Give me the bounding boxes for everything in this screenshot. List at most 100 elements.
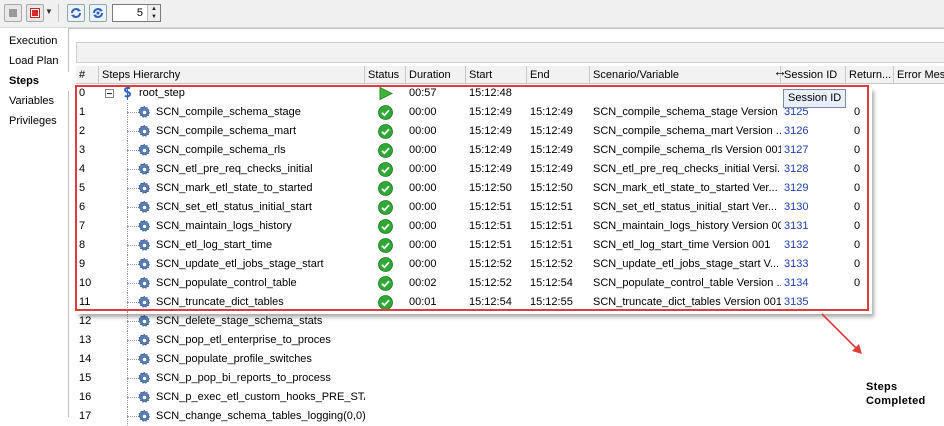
duration-cell bbox=[406, 312, 466, 331]
error-message-cell bbox=[894, 255, 944, 274]
step-name: SCN_etl_log_start_time bbox=[156, 239, 273, 251]
step-name-cell: SCN_populate_profile_switches bbox=[99, 350, 365, 369]
status-cell bbox=[365, 141, 406, 160]
stop-red-button[interactable] bbox=[26, 4, 44, 22]
table-row[interactable]: 14 SCN_populate_profile_switches bbox=[76, 350, 944, 369]
step-name-cell: SCN_update_etl_jobs_stage_start bbox=[99, 255, 365, 274]
status-cell bbox=[365, 84, 406, 103]
column-header-session-id[interactable]: Session ID bbox=[781, 66, 846, 84]
row-number: 1 bbox=[79, 106, 86, 118]
spinner-arrows[interactable]: ▲ ▼ bbox=[147, 5, 160, 21]
spinner-up-icon[interactable]: ▲ bbox=[148, 5, 160, 13]
duration-cell: 00:00 bbox=[409, 106, 437, 118]
chevron-down-icon[interactable]: ▼ bbox=[45, 7, 53, 16]
step-name: SCN_etl_pre_req_checks_initial bbox=[156, 163, 313, 175]
end-cell: 15:12:51 bbox=[530, 239, 573, 251]
session-id-cell[interactable] bbox=[781, 388, 846, 407]
table-row[interactable]: 3 SCN_compile_schema_rls 00:00 15:12:49 15:1… bbox=[76, 141, 944, 160]
start-cell: 15:12:48 bbox=[469, 87, 512, 99]
scenario-gear-icon bbox=[137, 181, 152, 196]
column-header-duration[interactable]: Duration bbox=[406, 66, 466, 84]
tree-line bbox=[127, 378, 137, 379]
table-row[interactable]: 7 SCN_maintain_logs_history 00:00 15:12:51 1… bbox=[76, 217, 944, 236]
start-cell: 15:12:52 bbox=[469, 277, 512, 289]
column-header-scenario[interactable]: Scenario/Variable bbox=[590, 66, 781, 84]
session-id-cell[interactable]: 3132 bbox=[781, 236, 846, 255]
column-header-end[interactable]: End bbox=[527, 66, 590, 84]
table-row[interactable]: 16 SCN_p_exec_etl_custom_hooks_PRE_STAG bbox=[76, 388, 944, 407]
return-code-cell: 0 bbox=[854, 106, 861, 118]
step-name-cell: SCN_populate_control_table bbox=[99, 274, 365, 293]
scenario-cell bbox=[590, 369, 781, 388]
tree-line bbox=[127, 321, 137, 322]
start-cell: 15:12:51 bbox=[469, 239, 512, 251]
duration-cell: 00:00 bbox=[409, 125, 437, 137]
table-row[interactable]: 15 SCN_p_pop_bi_reports_to_process bbox=[76, 369, 944, 388]
error-message-cell bbox=[894, 331, 944, 350]
table-row[interactable]: 9 SCN_update_etl_jobs_stage_start 00:00 15:… bbox=[76, 255, 944, 274]
step-name: SCN_compile_schema_rls bbox=[156, 144, 286, 156]
session-id-cell[interactable]: 3130 bbox=[781, 198, 846, 217]
table-row[interactable]: 2 SCN_compile_schema_mart 00:00 15:12:49 15:… bbox=[76, 122, 944, 141]
nav-item-variables[interactable]: Variables bbox=[0, 92, 68, 111]
collapse-toggle-icon[interactable] bbox=[105, 89, 114, 98]
step-name: SCN_pop_etl_enterprise_to_proces bbox=[156, 334, 331, 346]
status-cell bbox=[365, 331, 406, 350]
column-header-number[interactable]: # bbox=[76, 66, 99, 84]
success-check-icon bbox=[378, 105, 393, 120]
success-check-icon bbox=[378, 219, 393, 234]
status-cell bbox=[365, 293, 406, 312]
table-row[interactable]: 13 SCN_pop_etl_enterprise_to_proces bbox=[76, 331, 944, 350]
table-row[interactable]: 6 SCN_set_etl_status_initial_start 00:00 15… bbox=[76, 198, 944, 217]
scenario-gear-icon bbox=[137, 314, 152, 329]
table-row[interactable]: 8 SCN_etl_log_start_time 00:00 15:12:51 15:1… bbox=[76, 236, 944, 255]
table-row[interactable]: 12 SCN_delete_stage_schema_stats bbox=[76, 312, 944, 331]
session-id-cell[interactable]: 3131 bbox=[781, 217, 846, 236]
row-number: 4 bbox=[79, 163, 86, 175]
end-cell: 15:12:49 bbox=[530, 144, 573, 156]
scenario-gear-icon bbox=[137, 276, 152, 291]
table-row[interactable]: 11 SCN_truncate_dict_tables 00:01 15:12:54 1… bbox=[76, 293, 944, 312]
session-id-cell[interactable]: 3129 bbox=[781, 179, 846, 198]
stop-gray-button[interactable] bbox=[4, 4, 22, 22]
tree-line bbox=[127, 150, 137, 151]
column-header-error[interactable]: Error Mes bbox=[894, 66, 944, 84]
refresh-button[interactable] bbox=[67, 4, 85, 22]
session-id-cell[interactable]: 3128 bbox=[781, 160, 846, 179]
nav-item-steps[interactable]: Steps bbox=[0, 72, 68, 91]
session-id-cell[interactable]: 3134 bbox=[781, 274, 846, 293]
auto-refresh-button[interactable] bbox=[89, 4, 107, 22]
refresh-interval-input[interactable] bbox=[113, 5, 147, 21]
spinner-down-icon[interactable]: ▼ bbox=[148, 13, 160, 21]
table-row[interactable]: 5 SCN_mark_etl_state_to_started 00:00 15:12… bbox=[76, 179, 944, 198]
duration-cell bbox=[406, 331, 466, 350]
step-name-cell: SCN_set_etl_status_initial_start bbox=[99, 198, 365, 217]
error-message-cell bbox=[894, 141, 944, 160]
session-id-cell[interactable] bbox=[781, 369, 846, 388]
column-header-status[interactable]: Status bbox=[365, 66, 406, 84]
column-header-steps-hierarchy[interactable]: Steps Hierarchy bbox=[99, 66, 365, 84]
session-id-cell[interactable]: 3126 bbox=[781, 122, 846, 141]
table-row[interactable]: 10 SCN_populate_control_table 00:02 15:12:5… bbox=[76, 274, 944, 293]
scenario-gear-icon bbox=[137, 295, 152, 310]
session-id-cell[interactable]: 3133 bbox=[781, 255, 846, 274]
end-cell: 15:12:50 bbox=[530, 182, 573, 194]
tree-line bbox=[127, 397, 137, 398]
nav-item-privileges[interactable]: Privileges bbox=[0, 112, 68, 131]
nav-item-load-plan[interactable]: Load Plan bbox=[0, 52, 68, 71]
annotation-line-1: Steps bbox=[866, 381, 898, 393]
row-number: 10 bbox=[79, 277, 92, 289]
column-header-return[interactable]: Return... bbox=[846, 66, 894, 84]
table-row[interactable]: 4 SCN_etl_pre_req_checks_initial 00:00 15:1… bbox=[76, 160, 944, 179]
column-header-start[interactable]: Start bbox=[466, 66, 527, 84]
auto-refresh-icon bbox=[93, 8, 103, 18]
start-cell: 15:12:49 bbox=[469, 106, 512, 118]
nav-item-execution[interactable]: Execution bbox=[0, 32, 68, 51]
end-cell: 15:12:51 bbox=[530, 201, 573, 213]
stop-gray-icon bbox=[9, 9, 17, 17]
refresh-interval-spinner[interactable]: ▲ ▼ bbox=[112, 4, 161, 22]
row-number: 2 bbox=[79, 125, 86, 137]
end-cell bbox=[527, 369, 590, 388]
end-cell: 15:12:49 bbox=[530, 106, 573, 118]
session-id-cell[interactable]: 3127 bbox=[781, 141, 846, 160]
